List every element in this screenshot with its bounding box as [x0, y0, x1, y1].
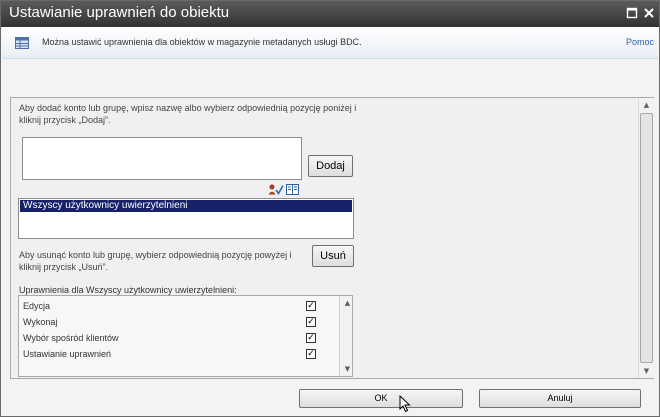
mouse-cursor-icon [399, 394, 411, 417]
scroll-up-icon[interactable]: ▲ [340, 296, 352, 310]
remove-button[interactable]: Usuń [312, 245, 354, 267]
title-bar[interactable]: Ustawianie uprawnień do obiektu [1, 1, 659, 27]
permission-checkbox[interactable]: ✓ [306, 349, 316, 359]
users-list-item-selected[interactable]: Wszyscy użytkownicy uwierzytelnieni [20, 200, 352, 212]
permission-checkbox[interactable]: ✓ [306, 317, 316, 327]
cancel-button[interactable]: Anuluj [479, 389, 641, 408]
scroll-up-icon[interactable]: ▲ [639, 98, 654, 112]
dialog-window: Ustawianie uprawnień do obiektu Można us… [0, 0, 660, 417]
scroll-down-icon[interactable]: ▼ [639, 364, 654, 378]
info-bar: Można ustawić uprawnienia dla obiektów w… [2, 27, 658, 59]
maximize-icon[interactable] [625, 6, 639, 20]
close-icon[interactable] [642, 6, 656, 20]
permissions-scrollbar[interactable]: ▲ ▼ [339, 296, 352, 376]
permission-row: Edycja ✓ [23, 299, 323, 313]
permissions-list: Edycja ✓ Wykonaj ✓ Wybór spośród klientó… [18, 295, 353, 377]
permission-checkbox[interactable]: ✓ [306, 301, 316, 311]
permission-row: Wykonaj ✓ [23, 315, 323, 329]
permission-row: Wybór spośród klientów ✓ [23, 331, 323, 345]
ok-button[interactable]: OK [299, 389, 463, 408]
panel-scrollbar[interactable]: ▲ ▼ [638, 98, 654, 378]
users-list[interactable]: Wszyscy użytkownicy uwierzytelnieni [18, 198, 354, 239]
table-icon [15, 36, 29, 54]
scrollbar-thumb[interactable] [640, 113, 653, 363]
people-picker-input[interactable] [22, 137, 302, 180]
permission-label: Wybór spośród klientów [23, 333, 119, 343]
info-text: Można ustawić uprawnienia dla obiektów w… [42, 37, 362, 47]
permissions-panel-body: Aby dodać konto lub grupę, wpisz nazwę a… [11, 98, 638, 378]
remove-help-text: Aby usunąć konto lub grupę, wybierz odpo… [19, 250, 292, 272]
permission-checkbox[interactable]: ✓ [306, 333, 316, 343]
permission-label: Wykonaj [23, 317, 58, 327]
permissions-panel: Aby dodać konto lub grupę, wpisz nazwę a… [10, 97, 654, 379]
scroll-down-icon[interactable]: ▼ [340, 362, 352, 376]
permission-label: Edycja [23, 301, 51, 311]
permission-row: Ustawianie uprawnień ✓ [23, 347, 323, 361]
add-help-text: Aby dodać konto lub grupę, wpisz nazwę a… [19, 103, 357, 125]
permission-label: Ustawianie uprawnień [23, 349, 112, 359]
dialog-title: Ustawianie uprawnień do obiektu [9, 4, 230, 21]
add-button[interactable]: Dodaj [308, 155, 353, 177]
permissions-label: Uprawnienia dla Wszyscy użytkownicy uwie… [19, 285, 237, 295]
help-link[interactable]: Pomoc [626, 37, 654, 47]
